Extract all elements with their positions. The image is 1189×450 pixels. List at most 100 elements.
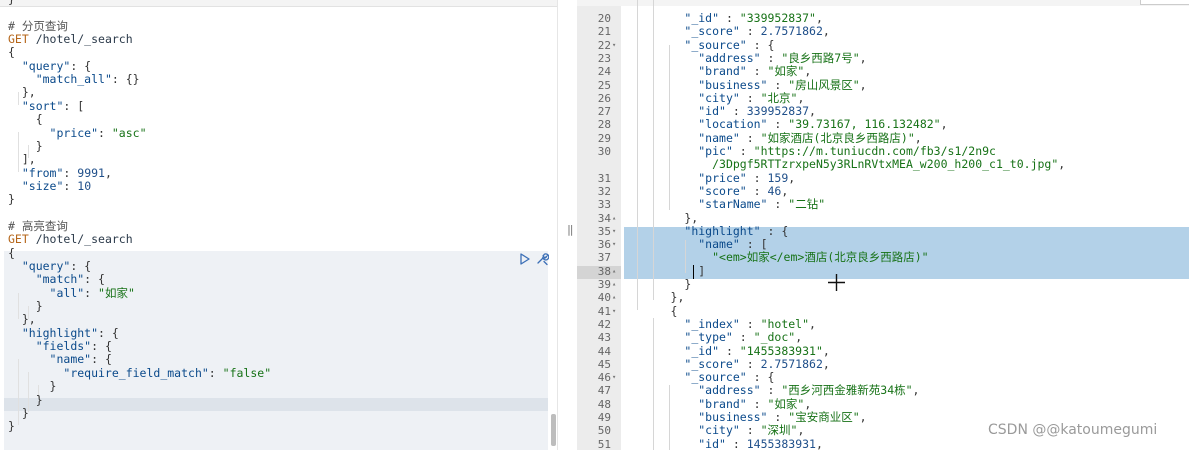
code-line: "_index" : "hotel",: [629, 316, 816, 331]
code-token: "location": [698, 117, 768, 132]
code-line: /3Dpgf5RTTzrxpeN5y3RLnRVtxMEA_w200_h200_…: [629, 158, 1065, 171]
code-token: "size": [21, 178, 64, 193]
fold-expand-icon[interactable]: ▴: [612, 278, 616, 291]
code-token: # 分页查询: [8, 18, 68, 33]
code-token: "pic": [698, 144, 733, 158]
fold-collapse-icon[interactable]: ▾: [612, 305, 616, 318]
fold-collapse-icon[interactable]: ▾: [612, 225, 616, 238]
code-line: "address" : "西乡河西金雅新苑34栋",: [629, 384, 919, 397]
resize-grip-icon[interactable]: ‖: [567, 224, 574, 235]
code-line: "query": {: [8, 59, 91, 73]
code-token: :: [739, 356, 761, 371]
code-line: "location" : "39.73167, 116.132482",: [629, 117, 947, 132]
fold-collapse-icon[interactable]: ▾: [612, 39, 616, 52]
fold-collapse-icon[interactable]: ▾: [612, 371, 616, 384]
code-token: }: [8, 192, 15, 207]
line-number: 23: [597, 51, 611, 65]
code-token: },: [8, 85, 36, 100]
code-token: :: [739, 90, 761, 105]
code-token: "hotel": [760, 316, 810, 331]
code-token: 46: [767, 183, 782, 198]
code-token: "address": [698, 50, 761, 65]
code-token: "_score": [684, 356, 740, 371]
code-token: },: [629, 290, 685, 305]
code-token: "city": [698, 90, 740, 105]
code-token: ,: [804, 396, 812, 411]
code-token: ,: [914, 130, 922, 145]
code-token: }: [8, 405, 29, 420]
code-token: ,: [804, 64, 812, 79]
code-token: }: [8, 138, 43, 153]
code-line: "starName" : "二钻": [629, 198, 825, 211]
request-editor-panel[interactable]: } # 分页查询 GET /hotel/_search { "query": { "m…: [0, 0, 557, 450]
fold-expand-icon[interactable]: ▴: [612, 291, 616, 304]
code-token: ,: [781, 183, 789, 198]
search-box[interactable]: [1140, 0, 1189, 5]
code-token: : {: [70, 259, 92, 273]
response-viewer-panel[interactable]: 20 "_id" : "339952837", 21 "_score" : 2.7…: [577, 0, 1189, 450]
code-token: 339952837: [746, 104, 810, 119]
code-line: GET /hotel/_search: [8, 233, 133, 246]
code-token: "_id": [684, 11, 720, 25]
play-icon[interactable]: [519, 253, 530, 265]
code-line: }: [8, 300, 43, 313]
code-token: ,: [788, 170, 796, 185]
line-number: 29: [597, 131, 611, 145]
code-line: }: [629, 278, 691, 291]
code-token: ,: [104, 165, 112, 180]
text-caret: [693, 265, 694, 279]
code-line: {: [8, 113, 43, 126]
code-token: 159: [767, 170, 789, 185]
code-token: "<em>如家</em>酒店(北京良乡西路店)": [712, 250, 929, 265]
line-number: 49: [597, 411, 611, 424]
code-token: "city": [698, 423, 740, 438]
code-token: "asc": [111, 125, 147, 140]
code-line: "match": {: [8, 273, 105, 286]
line-number: 24: [597, 65, 611, 79]
code-token: "price": [49, 125, 99, 140]
code-line: ],: [8, 153, 36, 166]
code-line: "name" : "如家酒店(北京良乡西路店)",: [629, 130, 922, 145]
code-token: 10: [77, 178, 92, 193]
code-token: ,: [797, 90, 805, 105]
code-token: :: [746, 64, 768, 79]
code-token: "良乡西路7号": [781, 50, 860, 65]
request-editor-scrollbar[interactable]: [551, 414, 556, 446]
code-token: "highlight": [684, 223, 761, 238]
wrench-icon[interactable]: [535, 252, 549, 266]
code-token: :: [767, 197, 789, 212]
code-token: :: [746, 396, 768, 411]
fold-expand-icon[interactable]: ▴: [612, 212, 616, 225]
code-token: :: [725, 104, 747, 119]
code-token: : [: [63, 98, 85, 113]
code-token: "_source": [684, 37, 747, 52]
code-line: "_source" : {: [629, 37, 774, 52]
fold-collapse-icon[interactable]: ▾: [612, 238, 616, 251]
code-token: "business": [698, 410, 768, 424]
code-token: ,: [859, 77, 867, 92]
code-token: {: [629, 303, 678, 318]
code-token: ,: [809, 316, 816, 331]
line-number: 27: [597, 105, 611, 119]
fold-expand-icon[interactable]: ▴: [612, 265, 616, 278]
code-token: "all": [49, 285, 85, 300]
code-line: },: [629, 211, 698, 225]
code-token: :: [98, 125, 112, 140]
code-token: :: [63, 178, 78, 193]
code-token: :: [84, 285, 99, 300]
code-token: ,: [809, 104, 816, 119]
code-line: "query": {: [8, 260, 91, 273]
code-token: :: [760, 383, 782, 398]
panel-resizer[interactable]: ‖: [557, 0, 578, 450]
code-token: "如家酒店(北京良乡西路店)": [760, 130, 915, 145]
